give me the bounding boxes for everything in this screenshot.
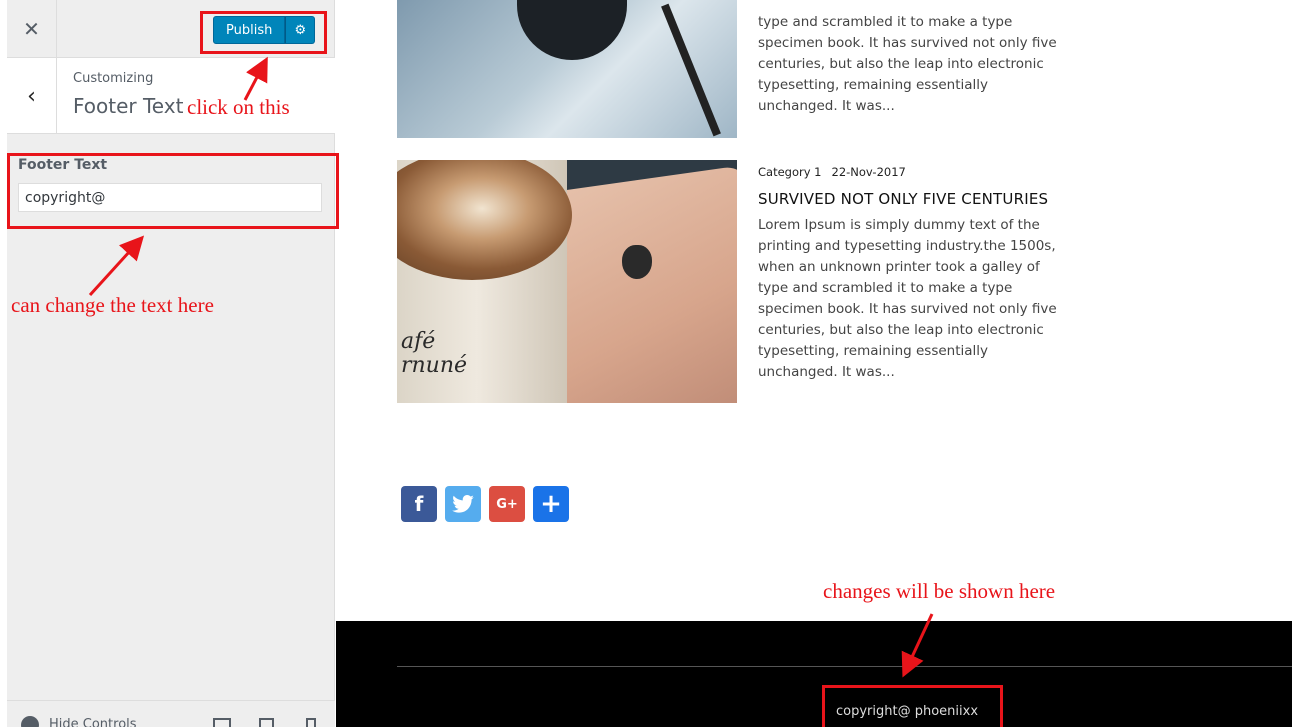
- twitter-icon: [452, 495, 474, 513]
- post-meta: Category 1 22-Nov-2017: [758, 165, 906, 179]
- mobile-icon[interactable]: [306, 718, 316, 727]
- annotation-change-note: can change the text here: [11, 293, 214, 317]
- googleplus-share-button[interactable]: G+: [489, 486, 525, 522]
- cup-text-line: rnuné: [401, 353, 468, 378]
- footer-divider: [397, 666, 1292, 667]
- apple-logo-icon: [622, 245, 652, 279]
- hide-controls-icon[interactable]: [21, 716, 39, 727]
- close-icon: ✕: [23, 17, 40, 41]
- post-date: 22-Nov-2017: [831, 165, 906, 179]
- tablet-icon[interactable]: [259, 718, 274, 727]
- excerpt-line: unchanged. It was...: [758, 98, 895, 114]
- post-image-coffee[interactable]: afé rnuné: [397, 160, 737, 403]
- cup-text-line: afé: [401, 329, 436, 354]
- post-excerpt: Lorem Ipsum is simply dummy text of the …: [758, 215, 1078, 383]
- excerpt-line: unchanged. It was...: [758, 364, 895, 380]
- image-shape: [661, 3, 721, 137]
- facebook-icon: f: [414, 492, 424, 516]
- excerpt-line: specimen book. It has survived not only …: [758, 301, 1057, 317]
- post-title[interactable]: SURVIVED NOT ONLY FIVE CENTURIES: [758, 190, 1048, 208]
- annotation-box-publish: [200, 11, 327, 54]
- previous-post-excerpt: type and scrambled it to make a type spe…: [758, 12, 1078, 117]
- excerpt-line: when an unknown printer took a galley of: [758, 259, 1040, 275]
- annotation-box-footer: [822, 685, 1003, 727]
- facebook-share-button[interactable]: f: [401, 486, 437, 522]
- social-share-bar: f G+ +: [401, 486, 569, 522]
- desktop-icon[interactable]: [213, 718, 231, 727]
- cup-text: afé rnuné: [401, 330, 467, 378]
- twitter-share-button[interactable]: [445, 486, 481, 522]
- excerpt-line: type and scrambled it to make a type: [758, 14, 1013, 30]
- more-share-button[interactable]: +: [533, 486, 569, 522]
- excerpt-line: Lorem Ipsum is simply dummy text of the: [758, 217, 1040, 233]
- excerpt-line: centuries, but also the leap into electr…: [758, 322, 1044, 338]
- excerpt-line: type and scrambled it to make a type: [758, 280, 1013, 296]
- close-customizer-button[interactable]: ✕: [7, 0, 57, 58]
- customizing-label: Customizing: [73, 71, 154, 86]
- annotation-click-note: click on this: [187, 95, 290, 119]
- post-category[interactable]: Category 1: [758, 165, 822, 179]
- excerpt-line: specimen book. It has survived not only …: [758, 35, 1057, 51]
- googleplus-icon: G+: [496, 496, 518, 512]
- hide-controls-label[interactable]: Hide Controls: [49, 717, 137, 727]
- image-shape: [517, 0, 627, 60]
- customizer-footer: Hide Controls: [7, 700, 335, 727]
- post-image-glasses: [397, 0, 737, 138]
- plus-icon: +: [540, 489, 562, 519]
- chevron-left-icon: ‹: [27, 83, 36, 109]
- excerpt-line: printing and typesetting industry.the 15…: [758, 238, 1056, 254]
- annotation-box-field: [7, 153, 339, 229]
- back-button[interactable]: ‹: [7, 58, 57, 134]
- excerpt-line: centuries, but also the leap into electr…: [758, 56, 1044, 72]
- annotation-shown-note: changes will be shown here: [823, 579, 1056, 603]
- section-title: Footer Text: [73, 94, 184, 118]
- site-footer: copyright@ phoeniixx: [336, 621, 1292, 727]
- excerpt-line: typesetting, remaining essentially: [758, 343, 989, 359]
- excerpt-line: typesetting, remaining essentially: [758, 77, 989, 93]
